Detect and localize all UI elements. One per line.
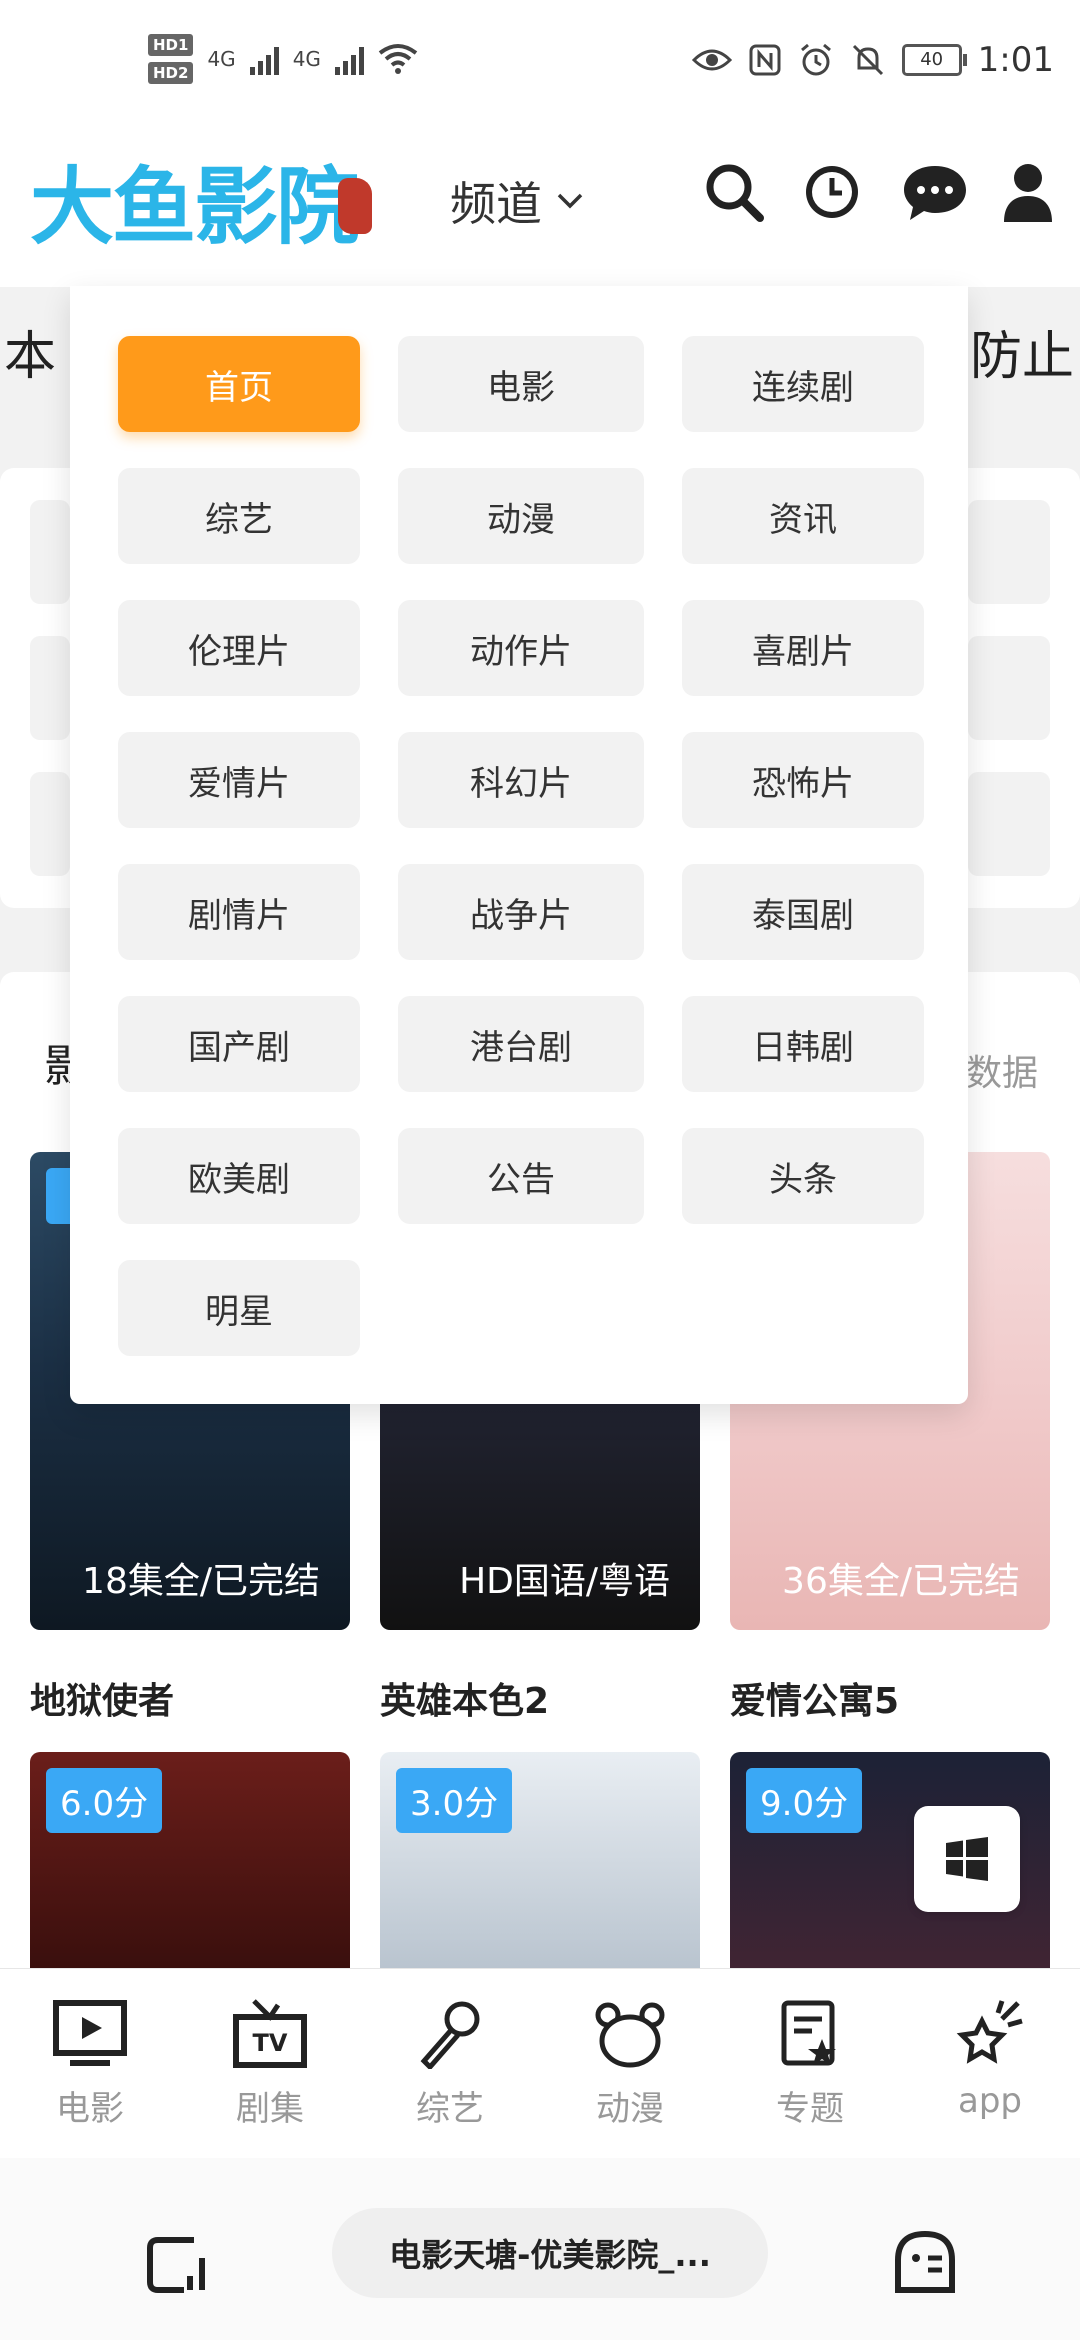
channel-item[interactable]: 港台剧 [398, 996, 644, 1092]
channel-item[interactable]: 电影 [398, 336, 644, 432]
episode-status: 18集全/已完结 [82, 1561, 320, 1602]
net2-label: 4G [292, 47, 321, 71]
score-badge: 6.0分 [46, 1768, 163, 1833]
movie-title[interactable]: 地狱使者 [30, 1672, 174, 1724]
channel-item[interactable]: 动漫 [398, 468, 644, 564]
channel-item[interactable]: 首页 [118, 336, 360, 432]
channel-item[interactable]: 动作片 [398, 600, 644, 696]
tabs-icon[interactable] [144, 2230, 210, 2296]
movie-screen-icon [53, 2000, 127, 2066]
channel-item[interactable]: 连续剧 [682, 336, 924, 432]
channel-item[interactable]: 国产剧 [118, 996, 360, 1092]
episode-status: 36集全/已完结 [782, 1561, 1020, 1602]
quick-link[interactable] [30, 772, 70, 876]
channel-item[interactable]: 欧美剧 [118, 1128, 360, 1224]
mute-icon [852, 44, 883, 76]
browser-menu-icon[interactable] [890, 2226, 960, 2296]
channel-dropdown-panel: 首页 电影 连续剧综艺 动漫 资讯伦理片 动作片 喜剧片爱情片 科幻片 恐怖片剧情片 战争片 泰国剧… [70, 286, 968, 1404]
bear-icon [595, 2002, 665, 2068]
channel-item[interactable]: 剧情片 [118, 864, 360, 960]
channel-item[interactable]: 资讯 [682, 468, 924, 564]
channel-item[interactable]: 泰国剧 [682, 864, 924, 960]
quick-link[interactable] [30, 636, 70, 740]
quick-link[interactable] [968, 500, 1050, 604]
search-icon[interactable] [702, 160, 766, 224]
section-more-link[interactable]: 数据 [966, 1044, 1038, 1096]
eye-icon [691, 49, 732, 71]
battery-level: 40 [920, 49, 944, 70]
channel-item[interactable]: 恐怖片 [682, 732, 924, 828]
channel-item[interactable]: 伦理片 [118, 600, 360, 696]
channel-item[interactable]: 日韩剧 [682, 996, 924, 1092]
score-badge: 9.0分 [746, 1768, 863, 1833]
hd1-badge: HD1 [148, 34, 194, 56]
channel-item[interactable]: 战争片 [398, 864, 644, 960]
nav-label: 综艺 [416, 2089, 484, 2129]
score-badge: 3.0分 [396, 1768, 513, 1833]
nav-label: 电影 [56, 2089, 124, 2129]
channel-grid: 首页 电影 连续剧综艺 动漫 资讯伦理片 动作片 喜剧片爱情片 科幻片 恐怖片剧情片 战争片 泰国剧… [118, 336, 924, 1356]
svg-text:TV: TV [253, 2029, 288, 2057]
quick-link[interactable] [30, 500, 70, 604]
movie-title[interactable]: 爱情公寓5 [730, 1672, 899, 1724]
status-left: HD1 HD2 4G 4G [148, 34, 418, 84]
user-icon[interactable] [1000, 160, 1056, 224]
signal1-icon [249, 43, 279, 75]
channel-item[interactable]: 明星 [118, 1260, 360, 1356]
floating-windows-button[interactable] [914, 1806, 1020, 1912]
wifi-icon [378, 44, 418, 74]
nav-item-app[interactable]: app [920, 1999, 1060, 2121]
notice-text-right: 防止 [970, 327, 1075, 387]
microphone-icon [420, 2001, 480, 2069]
nav-item-anime[interactable]: 动漫 [560, 1999, 700, 2130]
sparkle-icon [956, 2000, 1023, 2064]
hd-indicators: HD1 HD2 [148, 34, 194, 84]
quick-link[interactable] [968, 772, 1050, 876]
site-logo[interactable]: 大鱼影院 [30, 140, 360, 261]
nav-item-variety[interactable]: 综艺 [380, 1999, 520, 2130]
address-bar[interactable]: 电影天塘-优美影院_... [332, 2208, 768, 2298]
movie-card[interactable]: 3.0分 [380, 1752, 700, 1968]
channel-item[interactable]: 综艺 [118, 468, 360, 564]
channel-label: 频道 [450, 177, 542, 231]
channel-item[interactable]: 科幻片 [398, 732, 644, 828]
episode-status: HD国语/粤语 [459, 1561, 670, 1602]
nav-label: 动漫 [596, 2089, 664, 2129]
signal2-icon [334, 43, 364, 75]
battery-icon: 40 [901, 44, 967, 76]
channel-item[interactable]: 头条 [682, 1128, 924, 1224]
channel-item[interactable]: 爱情片 [118, 732, 360, 828]
clock: 1:01 [977, 40, 1054, 80]
chevron-down-icon [557, 193, 583, 209]
channel-item[interactable]: 公告 [398, 1128, 644, 1224]
channel-item[interactable]: 喜剧片 [682, 600, 924, 696]
address-title: 电影天塘-优美影院_... [389, 2236, 711, 2274]
nav-label: 专题 [776, 2089, 844, 2129]
tv-icon: TV [233, 1999, 307, 2068]
net1-label: 4G [207, 47, 236, 71]
logo-seal-icon [338, 178, 372, 234]
nav-item-series[interactable]: TV 剧集 [200, 1999, 340, 2130]
hd2-badge: HD2 [148, 62, 194, 84]
quick-link[interactable] [968, 636, 1050, 740]
message-icon[interactable] [900, 160, 970, 224]
nav-item-topic[interactable]: 专题 [740, 1999, 880, 2130]
notice-text-left: 本 [4, 327, 57, 387]
windows-icon [946, 1837, 988, 1881]
channel-dropdown-toggle[interactable]: 频道 [450, 168, 584, 234]
bottom-navigation: 电影 TV 剧集 综艺 动漫 专题 app [0, 1968, 1080, 2159]
topic-icon [781, 2000, 836, 2066]
history-clock-icon[interactable] [800, 160, 864, 224]
status-right: 40 1:01 [691, 40, 1054, 80]
nav-item-movie[interactable]: 电影 [20, 1999, 160, 2130]
movie-card[interactable]: 6.0分 [30, 1752, 350, 1968]
nav-label: app [958, 2081, 1022, 2121]
nav-label: 剧集 [236, 2089, 304, 2129]
nfc-icon [749, 44, 781, 76]
alarm-icon [800, 43, 831, 76]
movie-title[interactable]: 英雄本色2 [380, 1672, 549, 1724]
